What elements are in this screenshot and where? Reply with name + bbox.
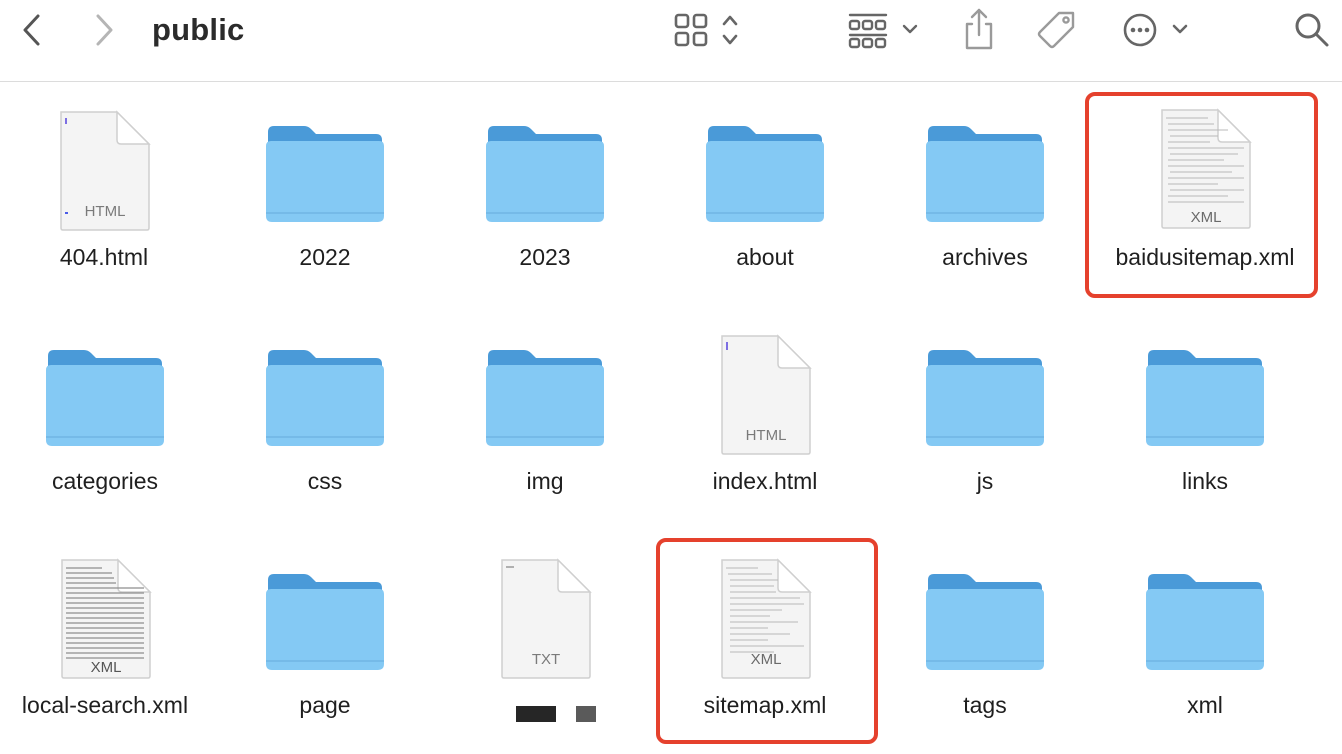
file-name: sitemap.xml [703,692,827,718]
folder-item[interactable]: xml [1095,530,1315,754]
folder-item[interactable]: archives [875,82,1095,306]
file-name: local-search.xml [21,692,189,718]
folder-item[interactable]: links [1095,306,1315,530]
folder-name: xml [1187,692,1223,718]
share-icon [965,8,993,50]
file-item[interactable]: XML baidusitemap.xml [1095,82,1315,306]
group-by-icon [848,13,918,49]
folder-item[interactable]: css [215,306,435,530]
chevron-left-icon [23,14,40,46]
folder-name: js [976,468,994,494]
document-icon: XML [0,530,215,690]
file-name: index.html [712,468,818,494]
icon-grid-icon [674,13,738,47]
more-actions-button[interactable] [1118,10,1196,50]
document-icon: HTML [655,306,875,466]
chevron-right-icon [96,14,113,46]
finder-toolbar: public [0,0,1342,82]
file-name: baidusitemap.xml [1115,244,1295,270]
svg-text:XML: XML [1191,209,1222,226]
folder-item[interactable]: page [215,530,435,754]
folder-icon [215,82,435,242]
folder-icon [215,306,435,466]
folder-icon [1095,530,1315,690]
svg-text:XML: XML [91,659,122,676]
folder-item[interactable]: categories [0,306,215,530]
folder-name: links [1181,468,1228,494]
folder-name: page [299,692,351,718]
file-item[interactable]: HTML index.html [655,306,875,530]
share-button[interactable] [958,6,1000,52]
search-button[interactable] [1290,8,1334,52]
folder-item[interactable]: 2022 [215,82,435,306]
folder-item[interactable]: js [875,306,1095,530]
group-by-button[interactable] [844,10,926,50]
folder-name: 2023 [519,244,571,270]
tag-icon [1037,11,1075,49]
folder-icon [875,530,1095,690]
svg-text:TXT: TXT [532,651,560,668]
file-item[interactable]: XML sitemap.xml [655,530,875,754]
window-title: public [152,12,245,47]
folder-name: css [307,468,343,494]
folder-name: archives [942,244,1028,270]
folder-item[interactable]: tags [875,530,1095,754]
tag-button[interactable] [1034,8,1080,54]
folder-icon [435,306,655,466]
file-item[interactable]: HTML 404.html [0,82,214,306]
file-grid: HTML 404.html 2022 2023 about archives X… [0,82,1342,752]
folder-item[interactable]: img [435,306,655,530]
folder-name: about [736,244,794,270]
file-item[interactable]: XML local-search.xml [0,530,215,754]
redacted-name-block [576,706,596,722]
folder-icon [215,530,435,690]
folder-icon [875,306,1095,466]
document-icon: XML [655,530,875,690]
folder-icon [1095,306,1315,466]
redacted-name-block [516,706,556,722]
folder-icon [435,82,655,242]
folder-item[interactable]: 2023 [435,82,655,306]
folder-name: tags [963,692,1007,718]
svg-text:HTML: HTML [85,203,126,220]
folder-icon [655,82,875,242]
view-mode-button[interactable] [668,10,748,50]
svg-text:XML: XML [751,651,782,668]
document-icon: HTML [0,82,214,242]
folder-icon [875,82,1095,242]
folder-icon [0,306,215,466]
folder-name: img [526,468,564,494]
folder-name: 2022 [299,244,351,270]
file-name: 404.html [59,244,149,270]
document-icon: XML [1095,82,1315,242]
search-icon [1295,13,1329,47]
svg-text:HTML: HTML [746,427,787,444]
ellipsis-circle-icon [1123,13,1188,47]
folder-name: categories [51,468,159,494]
document-icon: TXT [435,530,655,690]
folder-item[interactable]: about [655,82,875,306]
back-button[interactable] [14,10,50,50]
forward-button[interactable] [86,10,122,50]
